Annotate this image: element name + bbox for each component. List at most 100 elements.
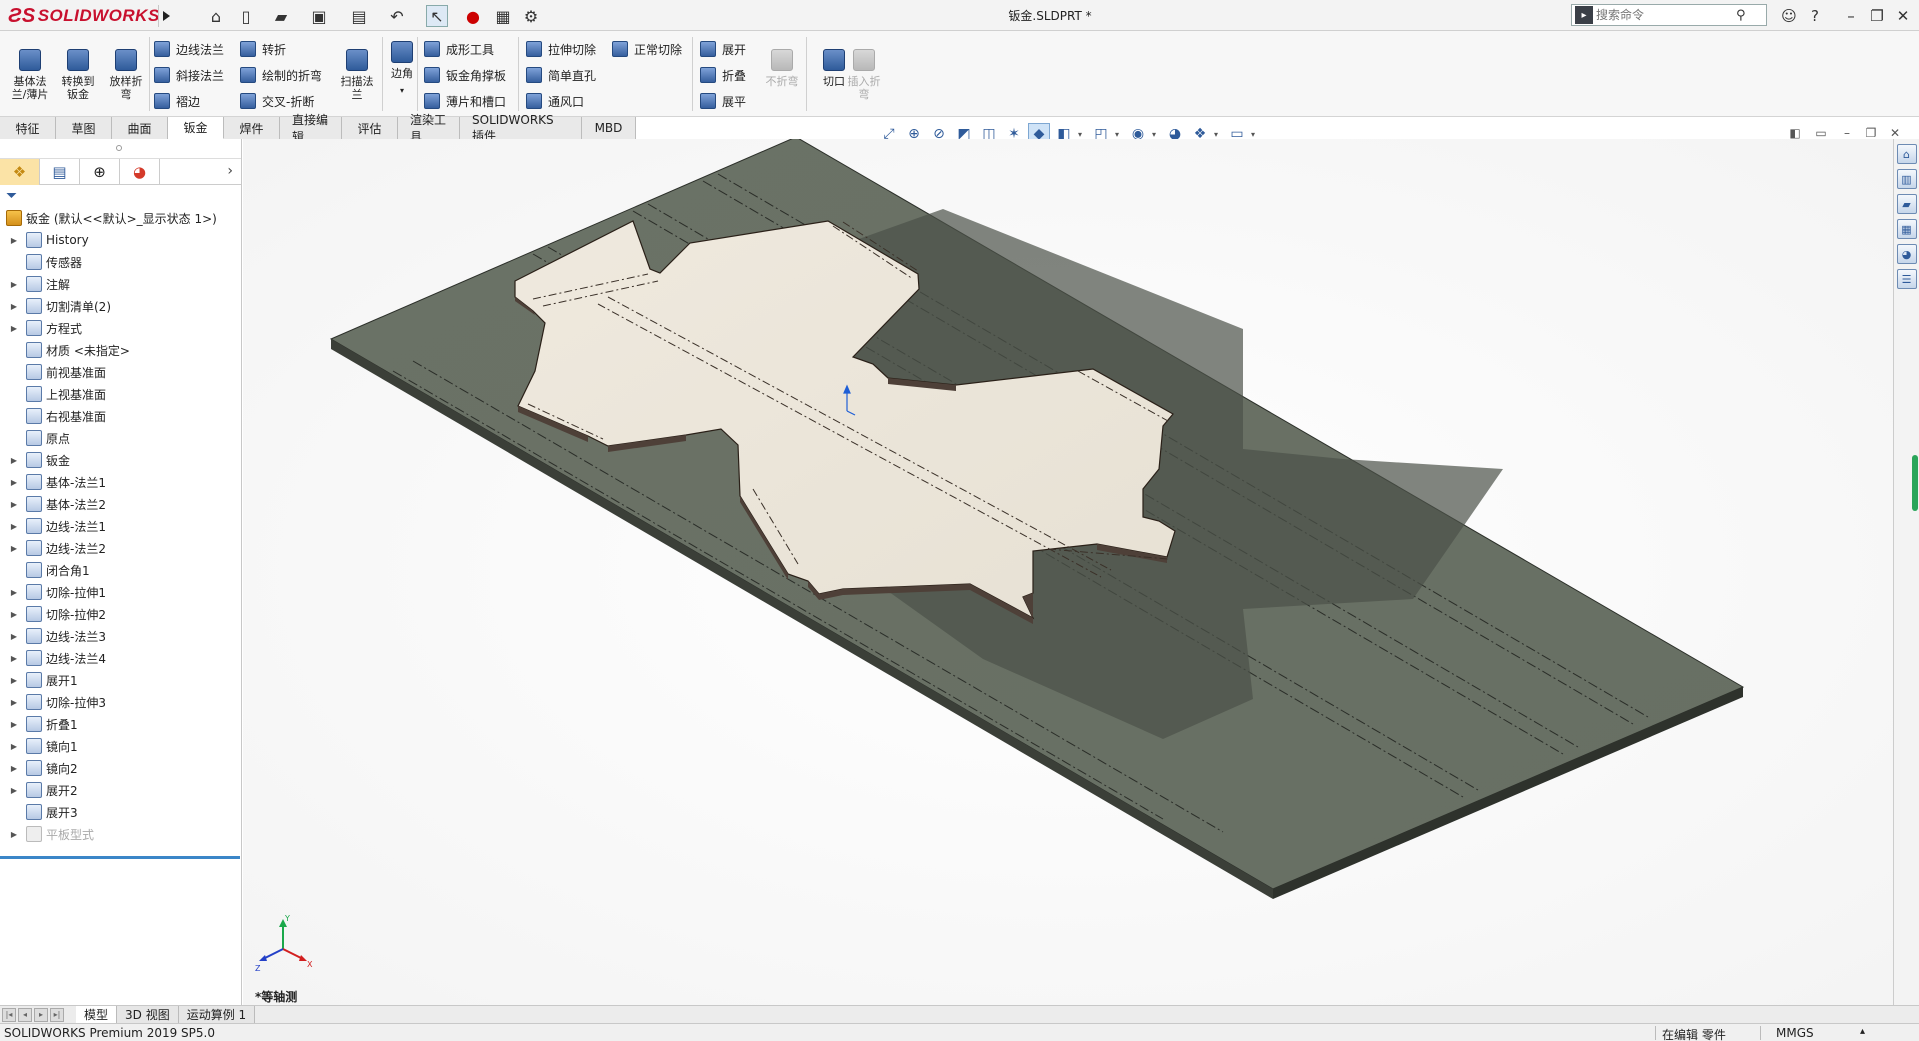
print-icon[interactable]: ▤ [348,5,370,27]
lofted-bend-button[interactable]: 放样折 弯 [104,49,148,101]
model-tab-3d-view[interactable]: 3D 视图 [117,1005,179,1024]
expand-arrow-icon[interactable]: ▶ [6,522,22,531]
tree-item[interactable]: ▶ 钣金 [0,449,241,471]
expand-arrow-icon[interactable]: ▶ [6,280,22,289]
rebuild-icon[interactable]: ● [466,5,480,27]
unfold-button[interactable]: 展开 [700,39,746,59]
tree-item[interactable]: ▶ 边线-法兰2 [0,537,241,559]
tree-item[interactable]: 右视基准面 [0,405,241,427]
forming-tool-button[interactable]: 成形工具 [424,39,494,59]
tab-mbd[interactable]: MBD [582,117,636,139]
swept-flange-button[interactable]: 扫描法 兰 [335,49,379,101]
expand-arrow-icon[interactable]: ▶ [6,742,22,751]
expand-arrow-icon[interactable]: ▶ [6,544,22,553]
search-command-box[interactable]: ▸ ⚲ [1571,4,1767,26]
appearances-icon[interactable]: ◕ [1896,244,1917,264]
tree-item[interactable]: ▶ 基体-法兰1 [0,471,241,493]
vent-button[interactable]: 通风口 [526,91,584,111]
save-icon[interactable]: ▣ [308,5,330,27]
tree-item[interactable]: ▶ 基体-法兰2 [0,493,241,515]
task-pane-slider[interactable] [1912,455,1918,511]
solidworks-resources-icon[interactable]: ⌂ [1896,144,1917,164]
expand-arrow-icon[interactable]: ▶ [6,236,22,245]
help-button[interactable]: ? [1806,5,1824,27]
restore-icon[interactable]: ❐ [1868,5,1886,27]
next-tab-arrow-icon[interactable]: ▸ [34,1007,48,1022]
expand-arrow-icon[interactable]: ▶ [6,632,22,641]
feature-manager-tab-icon[interactable]: ❖ [0,159,40,185]
normal-cut-button[interactable]: 正常切除 [612,39,682,59]
expand-arrow-icon[interactable]: ▶ [6,830,22,839]
tab-direct-editing[interactable]: 直接编辑 [280,113,342,144]
tab-solidworks-addins[interactable]: SOLIDWORKS 插件 [460,113,582,143]
hem-button[interactable]: 褶边 [154,91,200,111]
units-dropdown-icon[interactable]: ▴ [1860,1026,1865,1037]
unit-system[interactable]: MMGS [1776,1026,1814,1040]
base-flange-button[interactable]: 基体法 兰/薄片 [8,49,52,101]
tree-item[interactable]: ▶ 边线-法兰4 [0,647,241,669]
expand-arrow-icon[interactable]: ▶ [6,676,22,685]
sheet-metal-gusset-button[interactable]: 钣金角撑板 [424,65,506,85]
hide-show-dropdown-icon[interactable]: ▾ [1115,130,1123,139]
expand-arrow-icon[interactable]: ▶ [6,654,22,663]
tree-item[interactable]: ▶ 镜向1 [0,735,241,757]
property-manager-tab-icon[interactable]: ▤ [40,159,80,185]
tree-item[interactable]: ▶ 镜向2 [0,757,241,779]
new-document-icon[interactable]: ▯ [235,5,257,27]
options-gear-icon[interactable]: ⚙ [520,5,542,27]
tree-item[interactable]: ▶ 切除-拉伸2 [0,603,241,625]
search-input[interactable] [1596,8,1736,22]
scene-dropdown-icon[interactable]: ▾ [1214,130,1222,139]
tree-item[interactable]: 传感器 [0,251,241,273]
expand-arrow-icon[interactable]: ▶ [6,500,22,509]
first-tab-arrow-icon[interactable]: |◂ [2,1007,16,1022]
no-bends-button[interactable]: 不折弯 [760,49,804,88]
convert-sheet-metal-button[interactable]: 转换到 钣金 [56,49,100,101]
expand-arrow-icon[interactable]: ▶ [6,786,22,795]
select-pointer-icon[interactable]: ↖ [426,5,448,27]
edge-flange-button[interactable]: 边线法兰 [154,39,224,59]
expand-arrow-icon[interactable]: ▶ [6,764,22,773]
tree-item[interactable]: ▶ 切割清单(2) [0,295,241,317]
model-scene[interactable] [243,139,1893,1005]
expand-arrow-icon[interactable]: ▶ [6,720,22,729]
graphics-viewport[interactable] [243,139,1893,1005]
tree-item[interactable]: ▶ 展开2 [0,779,241,801]
design-library-icon[interactable]: ▥ [1896,169,1917,189]
tab-sketch[interactable]: 草图 [56,117,112,139]
tree-item[interactable]: 原点 [0,427,241,449]
reference-triad[interactable]: Y X Z [255,915,315,975]
simple-hole-button[interactable]: 简单直孔 [526,65,596,85]
file-explorer-icon[interactable]: ▰ [1896,194,1917,214]
model-tab-motion-study[interactable]: 运动算例 1 [178,1005,256,1024]
panel-grip-icon[interactable] [116,145,122,151]
tree-item[interactable]: 闭合角1 [0,559,241,581]
tab-sheet-metal[interactable]: 钣金 [168,117,224,139]
monitor-dropdown-icon[interactable]: ▾ [1251,130,1259,139]
expand-arrow-icon[interactable]: ▶ [6,302,22,311]
rollback-bar[interactable] [0,856,240,859]
expand-arrow-icon[interactable]: ▶ [6,478,22,487]
tree-item[interactable]: ▶ History [0,229,241,251]
model-tab-model[interactable]: 模型 [76,1005,118,1024]
tree-item[interactable]: ▶ 平板型式 [0,823,241,845]
extruded-cut-button[interactable]: 拉伸切除 [526,39,596,59]
file-properties-icon[interactable]: ▦ [492,5,514,27]
tree-item[interactable]: 前视基准面 [0,361,241,383]
tab-render-tools[interactable]: 渲染工具 [398,113,460,144]
open-folder-icon[interactable]: ▰ [270,5,292,27]
last-tab-arrow-icon[interactable]: ▸| [50,1007,64,1022]
minimize-icon[interactable]: – [1842,5,1860,27]
search-scope-icon[interactable]: ▸ [1575,6,1593,24]
tab-surfaces[interactable]: 曲面 [112,117,168,139]
tab-and-slot-button[interactable]: 薄片和槽口 [424,91,506,111]
tree-item[interactable]: ▶ 展开1 [0,669,241,691]
menu-expand-arrow-icon[interactable] [158,5,172,27]
tree-item[interactable]: ▶ 折叠1 [0,713,241,735]
tab-evaluate[interactable]: 评估 [342,117,398,139]
tab-weldments[interactable]: 焊件 [224,117,280,139]
fold-button[interactable]: 折叠 [700,65,746,85]
more-tabs-chevron-icon[interactable]: › [227,163,233,179]
expand-arrow-icon[interactable]: ▶ [6,324,22,333]
expand-arrow-icon[interactable]: ▶ [6,698,22,707]
